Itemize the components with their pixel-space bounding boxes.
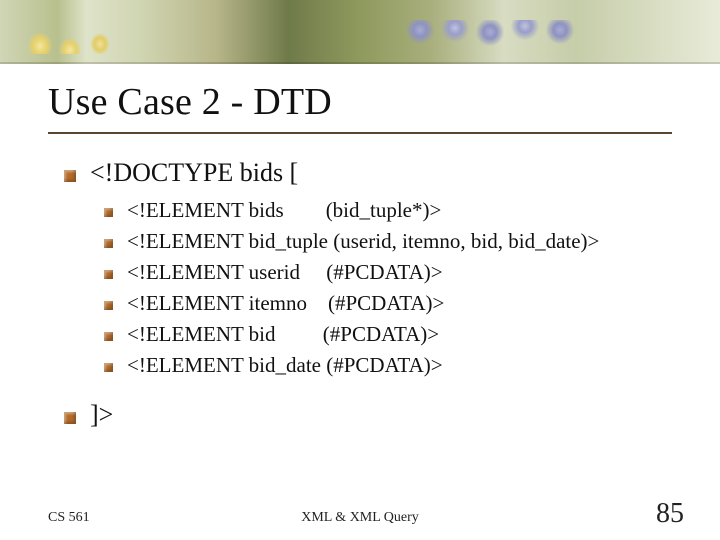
list-item: <!ELEMENT bid_date (#PCDATA)> <box>104 353 672 378</box>
bullet-list: <!DOCTYPE bids [ <!ELEMENT bids (bid_tup… <box>64 158 672 430</box>
doctype-open: <!DOCTYPE bids [ <box>90 158 298 188</box>
footer-center: XML & XML Query <box>301 510 419 526</box>
list-item: <!ELEMENT bid (#PCDATA)> <box>104 322 672 347</box>
page-number: 85 <box>656 498 684 530</box>
list-item: <!ELEMENT userid (#PCDATA)> <box>104 260 672 285</box>
list-item: ]> <box>64 400 672 430</box>
bullet-icon <box>64 412 76 424</box>
decorative-banner <box>0 0 720 64</box>
bullet-icon <box>104 239 113 248</box>
bullet-icon <box>104 363 113 372</box>
list-item: <!ELEMENT itemno (#PCDATA)> <box>104 291 672 316</box>
bullet-icon <box>104 270 113 279</box>
element-decl: <!ELEMENT bids (bid_tuple*)> <box>127 198 441 223</box>
bullet-icon <box>104 332 113 341</box>
element-decl: <!ELEMENT bid (#PCDATA)> <box>127 322 439 347</box>
bullet-icon <box>104 208 113 217</box>
element-decl: <!ELEMENT userid (#PCDATA)> <box>127 260 443 285</box>
element-decl: <!ELEMENT itemno (#PCDATA)> <box>127 291 444 316</box>
doctype-close: ]> <box>90 400 113 430</box>
bullet-icon <box>104 301 113 310</box>
slide-footer: CS 561 XML & XML Query 85 <box>0 502 720 526</box>
list-item: <!ELEMENT bids (bid_tuple*)> <box>104 198 672 223</box>
slide-content: Use Case 2 - DTD <!DOCTYPE bids [ <!ELEM… <box>48 80 672 440</box>
slide-title: Use Case 2 - DTD <box>48 80 672 134</box>
list-item: <!ELEMENT bid_tuple (userid, itemno, bid… <box>104 229 672 254</box>
element-decl: <!ELEMENT bid_tuple (userid, itemno, bid… <box>127 229 599 254</box>
bullet-icon <box>64 170 76 182</box>
sub-list: <!ELEMENT bids (bid_tuple*)> <!ELEMENT b… <box>104 198 672 378</box>
element-decl: <!ELEMENT bid_date (#PCDATA)> <box>127 353 443 378</box>
list-item: <!DOCTYPE bids [ <box>64 158 672 188</box>
footer-left: CS 561 <box>48 510 90 526</box>
